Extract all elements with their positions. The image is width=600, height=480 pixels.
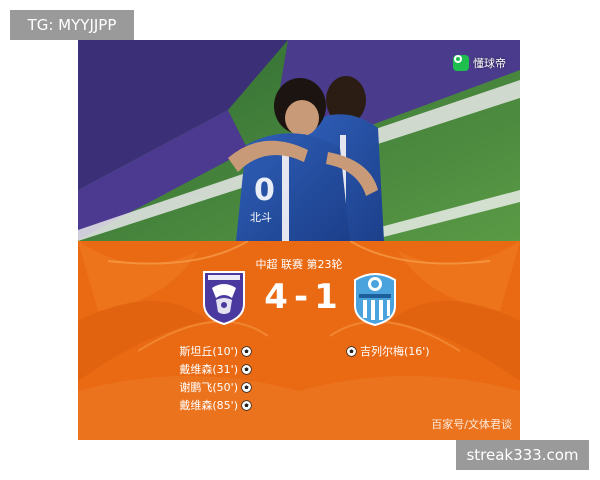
jersey-text: 北斗 (250, 211, 272, 224)
home-scorers: 斯坦丘(10') 戴维森(31') 谢鹏飞(50') 戴维森(85') (179, 342, 252, 414)
score-panel: 中超 联赛 第23轮 4 - 1 斯坦丘(10') 戴维森(31') 谢鹏飞(5… (78, 241, 520, 440)
home-scorer-name: 戴维森(85') (179, 399, 238, 412)
away-scorer-row: 吉列尔梅(16') (346, 342, 430, 360)
away-scorer-name: 吉列尔梅(16') (360, 345, 430, 358)
site-tag-text: streak333.com (466, 446, 579, 464)
soccer-ball-icon (241, 363, 252, 375)
soccer-ball-icon (241, 399, 252, 411)
match-card: 0 北斗 懂球帝 中超 联赛 第23轮 4 - 1 斯坦丘(10') 戴维森(3… (78, 40, 520, 440)
telegram-tag: TG: MYYJJPP (10, 10, 134, 40)
away-team-crest (354, 273, 396, 326)
home-team-crest (203, 271, 245, 326)
away-scorers: 吉列尔梅(16') (346, 342, 430, 360)
app-badge: 懂球帝 (453, 54, 506, 72)
home-scorer-row: 戴维森(31') (179, 360, 252, 378)
home-scorer-row: 戴维森(85') (179, 396, 252, 414)
home-scorer-row: 斯坦丘(10') (179, 342, 252, 360)
away-score: 1 (314, 277, 338, 317)
round-label: 中超 联赛 第23轮 (255, 258, 343, 271)
scoreline: 4 - 1 (254, 277, 348, 317)
site-tag[interactable]: streak333.com (456, 440, 589, 470)
soccer-ball-icon (241, 345, 252, 357)
celebration-photo: 0 北斗 懂球帝 (78, 40, 520, 241)
home-scorer-name: 斯坦丘(10') (179, 345, 238, 358)
app-name: 懂球帝 (473, 57, 506, 70)
home-scorer-name: 戴维森(31') (179, 363, 238, 376)
score-separator: - (293, 277, 309, 317)
watermark: 百家号/文体君谈 (431, 418, 512, 431)
home-score: 4 (264, 277, 288, 317)
svg-text:0: 0 (254, 173, 275, 208)
app-logo-icon (453, 55, 469, 71)
telegram-tag-text: TG: MYYJJPP (27, 16, 117, 34)
soccer-ball-icon (241, 381, 252, 393)
home-scorer-name: 谢鹏飞(50') (179, 381, 238, 394)
home-scorer-row: 谢鹏飞(50') (179, 378, 252, 396)
soccer-ball-icon (346, 345, 357, 357)
